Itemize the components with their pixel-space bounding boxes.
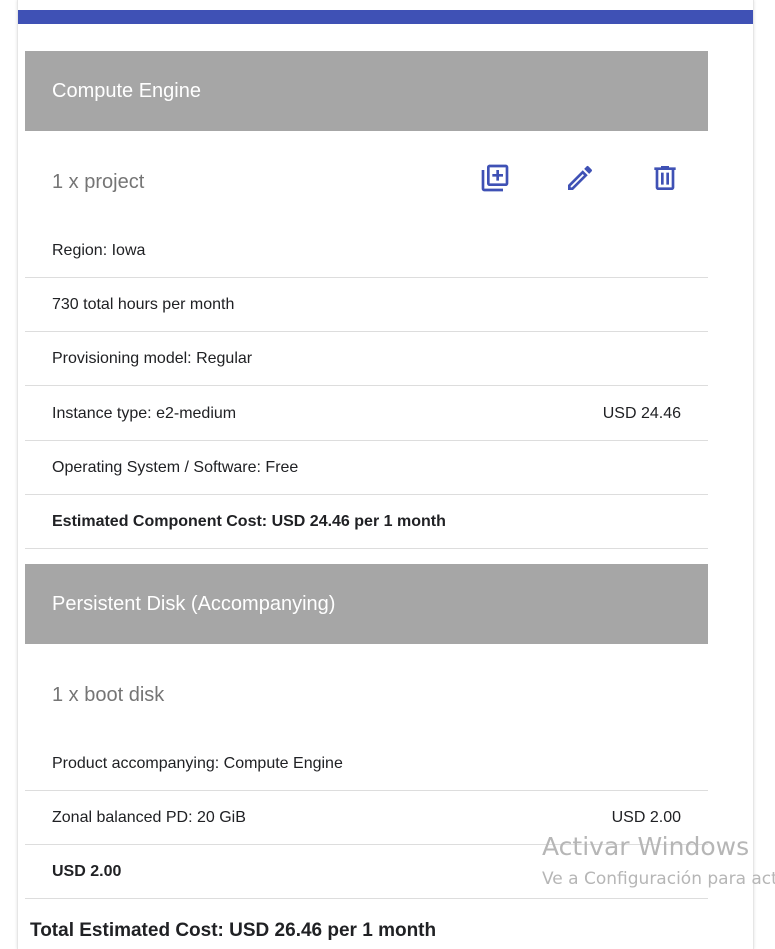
- item-actions: [475, 158, 685, 198]
- detail-price: USD 24.46: [602, 404, 681, 422]
- detail-label: Operating System / Software: Free: [52, 458, 299, 476]
- duplicate-icon: [481, 164, 509, 192]
- detail-row-provisioning: Provisioning model: Regular: [25, 332, 708, 386]
- detail-row-product-accompanying: Product accompanying: Compute Engine: [25, 737, 708, 791]
- detail-row-region: Region: Iowa: [25, 224, 708, 278]
- detail-label: Provisioning model: Regular: [52, 349, 253, 367]
- detail-label: Product accompanying: Compute Engine: [52, 754, 343, 772]
- watermark-line-1: Activar Windows: [542, 832, 750, 861]
- delete-icon: [654, 166, 676, 190]
- panel-accent-bar: [18, 10, 753, 24]
- component-cost-label: USD 2.00: [52, 862, 122, 880]
- edit-icon: [568, 165, 593, 190]
- detail-row-instance-type: Instance type: e2-medium USD 24.46: [25, 387, 708, 441]
- detail-price: USD 2.00: [611, 808, 681, 826]
- detail-label: Instance type: e2-medium: [52, 404, 237, 422]
- detail-row-hours: 730 total hours per month: [25, 278, 708, 332]
- edit-button[interactable]: [560, 158, 600, 198]
- total-estimated-cost: Total Estimated Cost: USD 26.46 per 1 mo…: [30, 920, 437, 941]
- delete-button[interactable]: [645, 158, 685, 198]
- section-title: Persistent Disk (Accompanying): [52, 592, 336, 615]
- component-cost-label: Estimated Component Cost: USD 24.46 per …: [52, 512, 446, 530]
- detail-label: Zonal balanced PD: 20 GiB: [52, 808, 246, 826]
- watermark-line-2: Ve a Configuración para activar Windows.: [542, 869, 775, 889]
- component-cost-row: Estimated Component Cost: USD 24.46 per …: [25, 495, 708, 549]
- item-title-project: 1 x project: [52, 171, 145, 193]
- windows-activation-watermark: Activar Windows Ve a Configuración para …: [542, 832, 775, 892]
- item-title-boot-disk: 1 x boot disk: [52, 684, 165, 706]
- detail-row-os: Operating System / Software: Free: [25, 441, 708, 495]
- section-header-persistent-disk: Persistent Disk (Accompanying): [25, 564, 708, 644]
- detail-label: 730 total hours per month: [52, 295, 235, 313]
- section-header-compute-engine: Compute Engine: [25, 51, 708, 131]
- section-title: Compute Engine: [52, 79, 201, 102]
- duplicate-button[interactable]: [475, 158, 515, 198]
- detail-label: Region: Iowa: [52, 241, 146, 259]
